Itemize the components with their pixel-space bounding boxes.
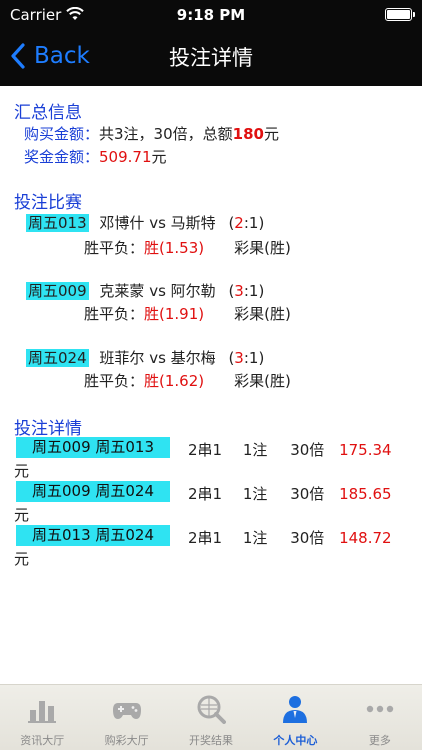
bet-pick: 胜(1.91) — [144, 305, 205, 323]
match-code: 周五024 — [26, 349, 89, 367]
detail-count: 1注 — [242, 485, 268, 503]
tab-label: 购彩大厅 — [104, 734, 149, 747]
detail-amount: 148.72 — [339, 529, 392, 547]
status-time: 9:18 PM — [176, 6, 246, 24]
match-teams: 克莱蒙 vs 阿尔勒 — [99, 282, 216, 300]
summary-heading: 汇总信息 — [14, 103, 82, 123]
status-bar: Carrier 9:18 PM — [0, 0, 422, 30]
match-bet-line: 胜平负：胜(1.62) 彩果(胜) — [84, 370, 291, 391]
tab-label: 个人中心 — [273, 734, 318, 747]
bet-pick: 胜(1.62) — [144, 372, 205, 390]
match-row: 周五013 邓博什 vs 马斯特 (2:1) — [26, 212, 264, 233]
detail-amount: 175.34 — [339, 441, 392, 459]
match-row: 周五024 班菲尔 vs 基尔梅 (3:1) — [26, 347, 264, 368]
prize-amount-line: 奖金金额：509.71元 — [24, 146, 167, 167]
tab-label: 开奖结果 — [189, 734, 234, 747]
ball-magnifier-icon — [197, 695, 227, 724]
detail-row: 2串1 1注 30倍 148.72 — [188, 527, 392, 548]
tab-news[interactable]: 资讯大厅 — [0, 684, 84, 750]
match-result: 彩果(胜) — [234, 305, 291, 323]
tab-results[interactable]: 开奖结果 — [169, 684, 253, 750]
bar-chart-icon — [28, 701, 57, 723]
more-dots-icon — [366, 705, 394, 713]
prize-unit: 元 — [151, 148, 167, 166]
battery-icon — [385, 8, 415, 21]
buy-amount: 180 — [232, 125, 264, 143]
bet-pick: 胜(1.53) — [144, 239, 205, 257]
tab-profile[interactable]: 个人中心 — [253, 684, 337, 750]
detail-type: 2串1 — [188, 485, 223, 503]
combo-tag: 周五009 周五024 — [16, 481, 170, 502]
top-bar: Carrier 9:18 PM Back 投注详情 — [0, 0, 422, 86]
buy-label: 购买金额： — [24, 125, 100, 143]
tab-label: 更多 — [368, 734, 391, 747]
tab-buy[interactable]: 购彩大厅 — [84, 684, 168, 750]
detail-multiple: 30倍 — [290, 485, 325, 503]
match-score: (3:1) — [228, 282, 265, 300]
bet-label: 胜平负： — [84, 372, 145, 390]
buy-prefix: 共3注，30倍，总额 — [99, 125, 233, 143]
match-result: 彩果(胜) — [234, 372, 291, 390]
match-teams: 班菲尔 vs 基尔梅 — [99, 349, 216, 367]
details-heading: 投注详情 — [14, 419, 82, 439]
tab-bar: 资讯大厅 购彩大厅 开奖结果 个人中心 更多 — [0, 684, 422, 750]
match-teams: 邓博什 vs 马斯特 — [99, 214, 216, 232]
match-row: 周五009 克莱蒙 vs 阿尔勒 (3:1) — [26, 280, 264, 301]
bet-label: 胜平负： — [84, 239, 145, 257]
gamepad-icon — [112, 703, 141, 719]
detail-amount: 185.65 — [339, 485, 392, 503]
content-area: 汇总信息 购买金额：共3注，30倍，总额180元 奖金金额：509.71元 投注… — [0, 86, 422, 684]
match-bet-line: 胜平负：胜(1.53) 彩果(胜) — [84, 237, 291, 258]
detail-count: 1注 — [242, 529, 268, 547]
bet-label: 胜平负： — [84, 305, 145, 323]
combo-tag: 周五013 周五024 — [16, 525, 170, 546]
detail-multiple: 30倍 — [290, 529, 325, 547]
match-code: 周五013 — [26, 214, 89, 232]
detail-unit: 元 — [14, 506, 30, 524]
match-score: (2:1) — [228, 214, 265, 232]
detail-row: 2串1 1注 30倍 175.34 — [188, 439, 392, 460]
detail-type: 2串1 — [188, 529, 223, 547]
tab-label: 资讯大厅 — [20, 734, 65, 747]
match-score: (3:1) — [228, 349, 265, 367]
buy-unit: 元 — [263, 125, 279, 143]
match-result: 彩果(胜) — [234, 239, 291, 257]
detail-type: 2串1 — [188, 441, 223, 459]
prize-amount: 509.71 — [99, 148, 152, 166]
matches-heading: 投注比赛 — [14, 193, 82, 213]
detail-unit: 元 — [14, 462, 30, 480]
detail-row: 2串1 1注 30倍 185.65 — [188, 483, 392, 504]
combo-tag: 周五009 周五013 — [16, 437, 170, 458]
buy-amount-line: 购买金额：共3注，30倍，总额180元 — [24, 123, 279, 144]
match-bet-line: 胜平负：胜(1.91) 彩果(胜) — [84, 303, 291, 324]
detail-unit: 元 — [14, 550, 30, 568]
match-code: 周五009 — [26, 282, 89, 300]
tab-more[interactable]: 更多 — [338, 684, 422, 750]
detail-multiple: 30倍 — [290, 441, 325, 459]
detail-count: 1注 — [242, 441, 268, 459]
prize-label: 奖金金额： — [24, 148, 100, 166]
page-title: 投注详情 — [169, 46, 253, 70]
person-icon — [283, 696, 308, 723]
